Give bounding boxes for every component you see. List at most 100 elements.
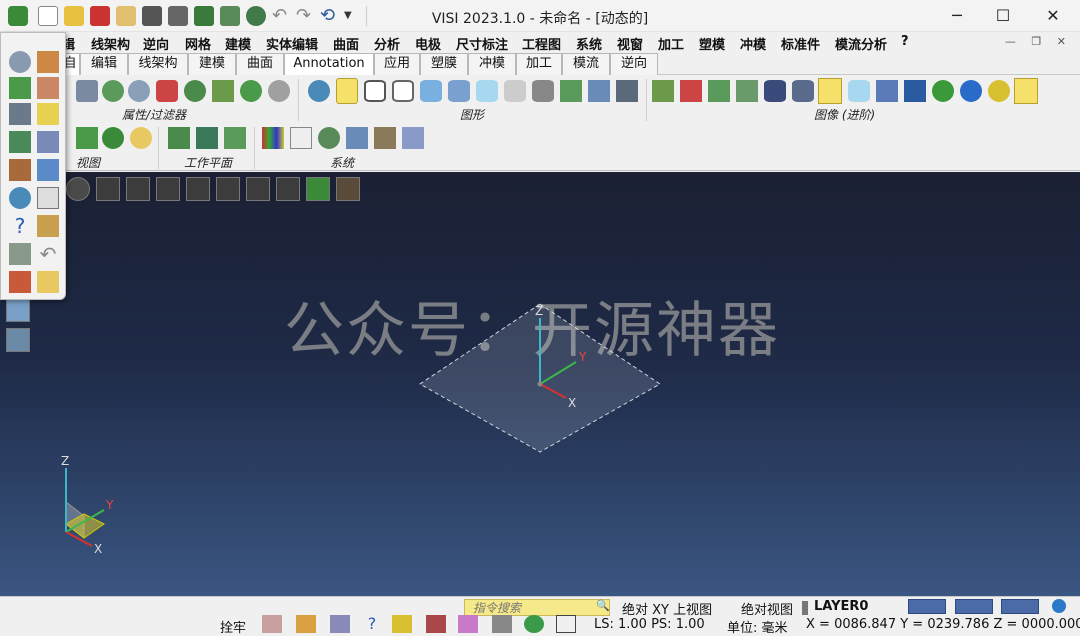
- dimension-icon[interactable]: [37, 215, 59, 237]
- image-sphere-green-icon[interactable]: [932, 80, 954, 102]
- image-active-icon[interactable]: [818, 78, 842, 104]
- filter-status-icon[interactable]: [426, 615, 446, 633]
- tab-machining[interactable]: 加工: [516, 53, 562, 75]
- cylinder-hatch-icon[interactable]: [532, 80, 554, 102]
- measure-icon[interactable]: [9, 103, 31, 125]
- trim-icon[interactable]: [37, 51, 59, 73]
- status-color-box-2[interactable]: [955, 599, 993, 614]
- view-face-icon[interactable]: [130, 127, 152, 149]
- workplane-align-icon[interactable]: [224, 127, 246, 149]
- command-search[interactable]: [464, 599, 610, 616]
- plane-status-icon[interactable]: [392, 615, 412, 633]
- workplane-icon[interactable]: [168, 127, 190, 149]
- refresh-icon[interactable]: [308, 80, 330, 102]
- cylinder-solid-icon[interactable]: [448, 80, 470, 102]
- workplane-move-icon[interactable]: [196, 127, 218, 149]
- image-grid-icon[interactable]: [652, 80, 674, 102]
- tab-die[interactable]: 冲模: [468, 53, 516, 75]
- image-texture-icon[interactable]: [876, 80, 898, 102]
- image-points-icon[interactable]: [736, 80, 758, 102]
- menu-item-modeling[interactable]: 建模: [225, 34, 251, 53]
- layer-icon[interactable]: [184, 80, 206, 102]
- menu-item-reverse[interactable]: 逆向: [143, 34, 169, 53]
- menu-item-dimension[interactable]: 尺寸标注: [456, 34, 508, 53]
- select-add-icon[interactable]: [240, 80, 262, 102]
- 3d-viewport[interactable]: 公众号：开源神器 Z Y X Z Y X: [0, 172, 1080, 596]
- network-icon[interactable]: [374, 127, 396, 149]
- tab-reverse[interactable]: 逆向: [610, 53, 658, 75]
- image-cube-icon[interactable]: [904, 80, 926, 102]
- tools-icon[interactable]: [318, 127, 340, 149]
- document-icon[interactable]: [290, 127, 312, 149]
- menu-item-system[interactable]: 系统: [576, 34, 602, 53]
- cylinder-wire-icon[interactable]: [364, 80, 386, 102]
- menu-item-machining[interactable]: 加工: [658, 34, 684, 53]
- image-sphere-gold-icon[interactable]: [988, 80, 1010, 102]
- menu-item-electrode[interactable]: 电极: [415, 34, 441, 53]
- menu-item-help[interactable]: ?: [901, 34, 909, 49]
- select-box-icon[interactable]: [9, 77, 31, 99]
- snap-mode-icon[interactable]: [262, 615, 282, 633]
- view-arrow-icon[interactable]: [76, 127, 98, 149]
- tab-annotation[interactable]: Annotation: [284, 53, 374, 75]
- add-layer-icon[interactable]: [212, 80, 234, 102]
- cylinder-shaded-icon[interactable]: [420, 80, 442, 102]
- cylinder-transparent-icon[interactable]: [476, 80, 498, 102]
- check-icon[interactable]: [37, 103, 59, 125]
- search-icon[interactable]: 🔍: [596, 599, 610, 612]
- view-rotate-icon[interactable]: [102, 127, 124, 149]
- snap-point-icon[interactable]: [296, 615, 316, 633]
- status-color-box-3[interactable]: [1001, 599, 1039, 614]
- cylinder-active-icon[interactable]: [336, 78, 358, 104]
- menu-item-drawing[interactable]: 工程图: [522, 34, 561, 53]
- cube-status-icon[interactable]: [458, 615, 478, 633]
- settings-window-icon[interactable]: [346, 127, 368, 149]
- menu-item-mesh[interactable]: 网格: [185, 34, 211, 53]
- hide-icon[interactable]: [128, 80, 150, 102]
- layer-label[interactable]: LAYER0: [814, 599, 868, 614]
- folder-export-icon[interactable]: [37, 271, 59, 293]
- plane-icon[interactable]: [37, 159, 59, 181]
- command-search-input[interactable]: [465, 600, 589, 615]
- help-icon[interactable]: ?: [9, 215, 31, 237]
- maximize-button[interactable]: ☐: [980, 0, 1026, 32]
- image-cylinder-dark-icon[interactable]: [764, 80, 786, 102]
- menu-item-standard-parts[interactable]: 标准件: [781, 34, 820, 53]
- mdi-window-controls[interactable]: — ❐ ✕: [1005, 35, 1072, 48]
- tab-application[interactable]: 应用: [374, 53, 420, 75]
- render-icon[interactable]: [560, 80, 582, 102]
- curve-edit-icon[interactable]: [37, 77, 59, 99]
- show-icon[interactable]: [102, 80, 124, 102]
- image-light-icon[interactable]: [680, 80, 702, 102]
- color-palette-icon[interactable]: [262, 127, 284, 149]
- globe-icon[interactable]: [1052, 599, 1066, 613]
- box-icon[interactable]: [37, 187, 59, 209]
- delete-icon[interactable]: [9, 243, 31, 265]
- attribute-icon[interactable]: [76, 80, 98, 102]
- image-glass-icon[interactable]: [848, 80, 870, 102]
- image-mesh-icon[interactable]: [708, 80, 730, 102]
- cylinder-outline-icon[interactable]: [392, 80, 414, 102]
- menu-item-flow-analysis[interactable]: 模流分析: [835, 34, 887, 53]
- tab-wireframe[interactable]: 线架构: [128, 53, 188, 75]
- tab-flow[interactable]: 模流: [562, 53, 610, 75]
- cycle-icon[interactable]: [9, 187, 31, 209]
- layers-stack-icon[interactable]: [9, 159, 31, 181]
- ruler-status-icon[interactable]: [492, 615, 512, 633]
- menu-item-surface[interactable]: 曲面: [333, 34, 359, 53]
- grid-status-icon[interactable]: [556, 615, 576, 633]
- grid-icon[interactable]: [402, 127, 424, 149]
- workplane-status-icon[interactable]: [330, 615, 350, 633]
- image-rainbow-cube-icon[interactable]: [1014, 78, 1038, 104]
- refresh-status-icon[interactable]: [524, 615, 544, 633]
- tab-surface[interactable]: 曲面: [236, 53, 284, 75]
- menu-item-mould[interactable]: 塑模: [699, 34, 725, 53]
- cylinder-gray-icon[interactable]: [504, 80, 526, 102]
- transform-icon[interactable]: [9, 131, 31, 153]
- close-button[interactable]: ✕: [1030, 0, 1076, 32]
- status-color-box-1[interactable]: [908, 599, 946, 614]
- menu-item-window[interactable]: 视窗: [617, 34, 643, 53]
- menu-item-analysis[interactable]: 分析: [374, 34, 400, 53]
- tab-edit[interactable]: 编辑: [80, 53, 128, 75]
- undo-panel-icon[interactable]: ↶: [37, 243, 59, 265]
